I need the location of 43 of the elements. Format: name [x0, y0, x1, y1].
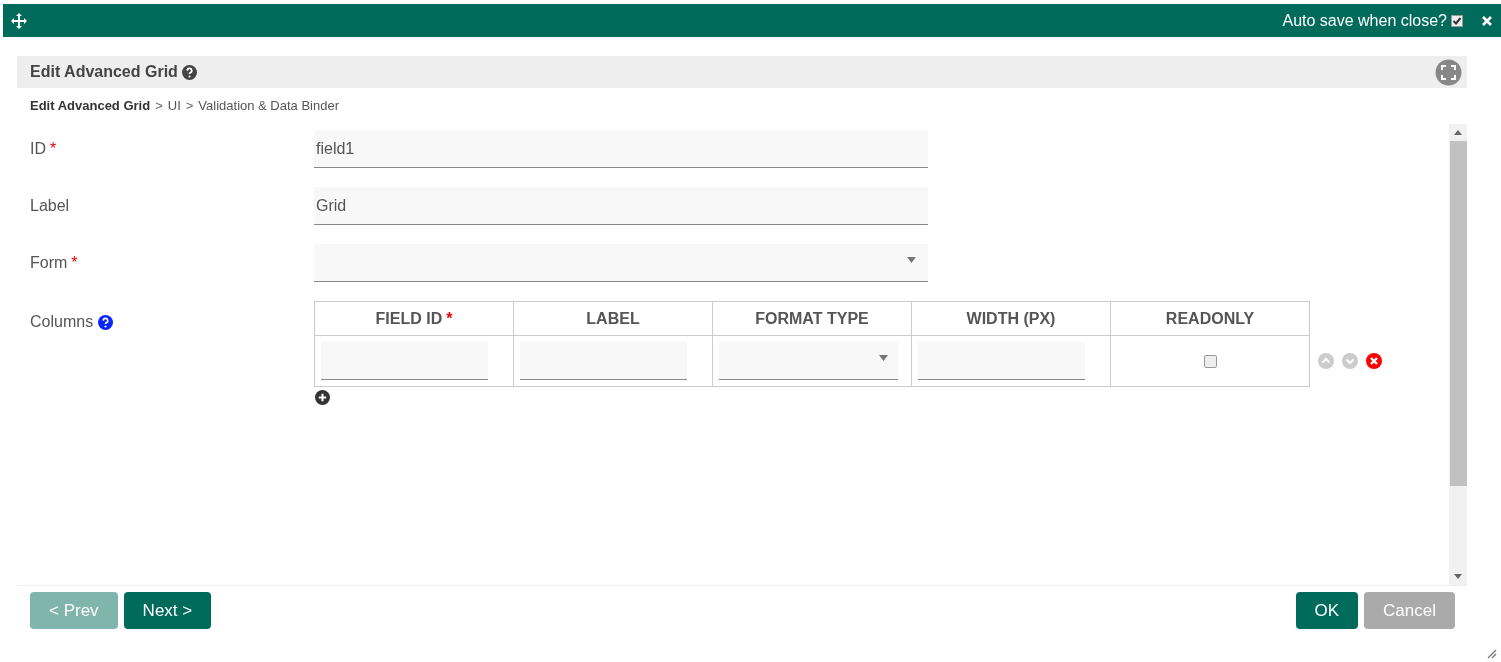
- breadcrumb-separator: >: [155, 97, 163, 116]
- breadcrumb-link[interactable]: UI: [167, 96, 181, 116]
- autosave-checkbox[interactable]: [1451, 14, 1463, 27]
- required-mark: *: [71, 253, 78, 273]
- next-button[interactable]: Next >: [123, 592, 212, 629]
- help-icon[interactable]: [98, 314, 114, 330]
- scrollbar[interactable]: [1449, 124, 1467, 585]
- move-icon[interactable]: [11, 12, 27, 29]
- field-label: Form: [30, 253, 68, 273]
- text-input-field[interactable]: Grid: [314, 187, 928, 225]
- dropdown-field[interactable]: [719, 342, 898, 380]
- text-input-field[interactable]: [520, 342, 687, 380]
- dropdown-caret-icon: [907, 256, 916, 263]
- scroll-up-icon[interactable]: [1454, 130, 1462, 135]
- column-header: READONLY: [1110, 301, 1310, 336]
- field-label: Label: [30, 196, 70, 216]
- dropdown-caret-icon: [879, 354, 888, 361]
- autosave-label: Auto save when close?: [1282, 10, 1447, 31]
- ok-button[interactable]: OK: [1295, 592, 1359, 629]
- delete-icon[interactable]: [1366, 353, 1382, 369]
- dropdown-field[interactable]: [314, 244, 928, 282]
- resize-handle-icon[interactable]: [1487, 649, 1497, 659]
- text-input-field[interactable]: field1: [314, 130, 928, 168]
- required-mark: *: [50, 139, 57, 159]
- column-header: FORMAT TYPE: [712, 301, 912, 336]
- required-mark: *: [446, 309, 453, 327]
- column-header: LABEL: [513, 301, 713, 336]
- breadcrumb-separator: >: [185, 97, 194, 116]
- checkbox[interactable]: [1203, 355, 1217, 369]
- help-icon[interactable]: [181, 64, 197, 80]
- breadcrumb-link[interactable]: Validation & Data Binder: [198, 96, 340, 116]
- fullscreen-icon[interactable]: [1435, 58, 1462, 86]
- field-label: Columns: [30, 312, 94, 332]
- text-input-field[interactable]: [321, 342, 488, 380]
- column-header: WIDTH (PX): [911, 301, 1111, 336]
- column-header: FIELD ID *: [314, 301, 514, 336]
- breadcrumb-link[interactable]: Edit Advanced Grid: [30, 96, 151, 116]
- close-icon[interactable]: [1481, 14, 1493, 27]
- dialog-title: Edit Advanced Grid: [30, 62, 178, 82]
- add-icon[interactable]: [315, 390, 330, 405]
- text-input-field[interactable]: [918, 342, 1085, 380]
- scroll-down-icon[interactable]: [1454, 574, 1462, 579]
- field-label: ID: [30, 139, 46, 159]
